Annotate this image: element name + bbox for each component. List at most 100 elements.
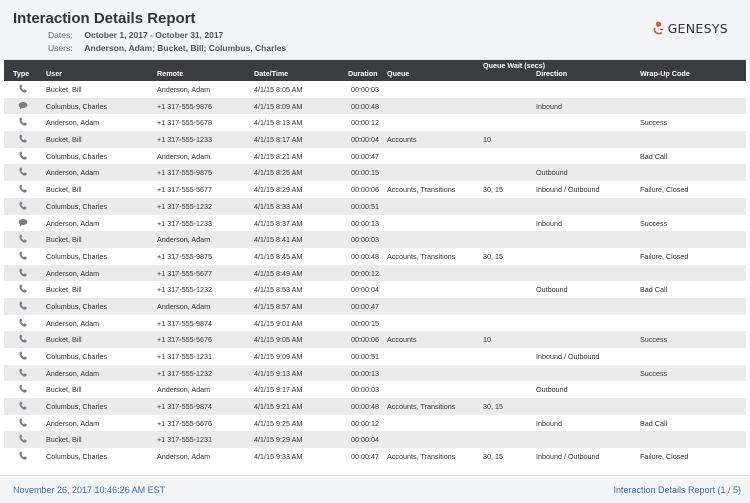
table-row[interactable]: Bucket, Bill Anderson, Adam 4/1/15 8:05 AM… [4,81,746,98]
col-queue[interactable]: Queue [387,69,409,78]
cell-user: Columbus, Charles [46,101,108,111]
cell-remote: +1 317-555-5677 [157,185,212,195]
cell-queue: Accounts [387,335,417,345]
page-indicator[interactable]: Interaction Details Report (1 / 5) [613,485,741,495]
table-row[interactable]: Bucket, Bill +1 317-555-1232 4/1/15 8:53 A… [4,281,746,298]
table-row[interactable]: Bucket, Bill +1 317-555-1233 4/1/15 8:17 A… [4,131,746,148]
phone-icon [18,401,28,411]
cell-duration: 00:00:12 [351,118,379,128]
cell-remote: +1 317-555-1231 [157,352,212,361]
table-row[interactable]: Bucket, Bill Anderson, Adam 4/1/15 8:41 AM… [4,231,746,248]
col-user[interactable]: User [46,69,62,78]
table-row[interactable]: Columbus, Charles +1 317-555-9876 4/1/15 8… [4,97,746,115]
cell-direction: Inbound [536,101,562,111]
cell-user: Anderson, Adam [46,118,100,128]
cell-remote: +1 317-555-5677 [157,268,212,278]
table-row[interactable]: Columbus, Charles Anderson, Adam 4/1/15 9:… [4,448,746,465]
logo-wordmark: GENESYS [667,21,728,36]
col-datetime[interactable]: Date/Time [254,69,288,78]
cell-remote: Anderson, Adam [157,85,211,94]
table-row[interactable]: Columbus, Charles Anderson, Adam 4/1/15 8:… [4,148,746,165]
cell-datetime: 4/1/15 9:25 AM [254,418,303,428]
table-row[interactable]: Anderson, Adam +1 317-555-1233 4/1/15 8:37… [4,215,746,232]
cell-duration: 00:00:13 [351,218,379,228]
col-duration[interactable]: Duration [348,69,378,78]
cell-user: Bucket, Bill [46,335,82,345]
cell-duration: 00:00:04 [351,135,379,145]
table-row[interactable]: Columbus, Charles +1 317-555-1232 4/1/15 8… [4,197,746,215]
cell-duration: 00:00:06 [351,335,379,345]
cell-duration: 00:00:47 [351,452,379,462]
cell-direction: Outbound [536,285,568,295]
phone-icon [18,84,28,94]
cell-duration: 00:00:12 [351,418,379,428]
phone-icon [18,368,28,378]
cell-user: Columbus, Charles [46,352,108,361]
table-row[interactable]: Columbus, Charles +1 317-555-9875 4/1/15 8… [4,248,746,265]
cell-remote: Anderson, Adam [157,385,211,395]
table-row[interactable]: Anderson, Adam +1 317-555-9874 4/1/15 9:01… [4,315,746,332]
cell-duration: 00:00:06 [351,185,379,195]
cell-duration: 00:00:48 [351,101,379,111]
cell-duration: 00:00:03 [351,85,379,94]
table-row[interactable]: Anderson, Adam +1 317-555-9875 4/1/15 8:25… [4,164,746,182]
cell-wrapup: Bad Call [640,418,668,428]
phone-icon [18,384,28,394]
col-queue-wait[interactable]: Queue Wait (secs) [483,62,545,70]
cell-user: Columbus, Charles [46,301,108,311]
table-row[interactable]: Bucket, Bill Anderson, Adam 4/1/15 9:17 AM… [4,381,746,398]
cell-remote: +1 317-555-1232 [157,201,212,211]
cell-datetime: 4/1/15 8:29 AM [254,185,303,195]
phone-icon [18,434,28,444]
cell-direction: Inbound [536,418,562,428]
cell-user: Bucket, Bill [46,385,82,395]
table-row[interactable]: Columbus, Charles Anderson, Adam 4/1/15 8:… [4,297,746,315]
table-row[interactable]: Bucket, Bill +1 317-555-1231 4/1/15 9:29 A… [4,431,746,449]
table-row[interactable]: Anderson, Adam +1 317-555-1232 4/1/15 9:13… [4,364,746,382]
cell-datetime: 4/1/15 8:21 AM [254,151,303,161]
dates-filter: Dates: October 1, 2017 - October 31, 201… [48,30,223,40]
generated-timestamp: November 26, 2017 10:46:26 AM EST [13,485,166,495]
cell-datetime: 4/1/15 8:25 AM [254,168,303,178]
cell-remote: Anderson, Adam [157,151,211,161]
cell-remote: +1 317-555-9874 [157,318,212,328]
col-remote[interactable]: Remote [157,69,183,78]
cell-datetime: 4/1/15 8:05 AM [254,85,303,94]
cell-remote: +1 317-555-1233 [157,218,212,228]
table-row[interactable]: Columbus, Charles +1 317-555-1231 4/1/15 9… [4,348,746,365]
phone-icon [18,334,28,344]
table-row[interactable]: Anderson, Adam +1 317-555-5676 4/1/15 9:25… [4,415,746,432]
cell-user: Anderson, Adam [46,168,100,178]
cell-direction: Inbound / Outbound [536,185,600,195]
cell-remote: +1 317-555-9874 [157,402,212,412]
cell-wrapup: Success [640,218,668,228]
cell-user: Bucket, Bill [46,135,82,145]
users-value: Anderson, Adam; Bucket, Bill; Columbus, … [84,43,287,53]
cell-queue: Accounts [387,135,417,145]
cell-remote: +1 317-555-9875 [157,251,212,261]
table-row[interactable]: Bucket, Bill +1 317-555-5677 4/1/15 8:29 A… [4,181,746,198]
cell-datetime: 4/1/15 8:53 AM [254,285,303,295]
table-row[interactable]: Bucket, Bill +1 317-555-5676 4/1/15 9:05 A… [4,331,746,348]
report-footer: November 26, 2017 10:46:26 AM EST Intera… [0,475,750,503]
cell-datetime: 4/1/15 8:33 AM [254,201,303,211]
col-wrapup[interactable]: Wrap-Up Code [640,69,690,78]
table-row[interactable]: Anderson, Adam +1 317-555-5677 4/1/15 8:49… [4,264,746,282]
col-type[interactable]: Type [13,69,29,78]
dates-value: October 1, 2017 - October 31, 2017 [84,30,224,40]
cell-remote: +1 317-555-9875 [157,168,212,178]
col-direction[interactable]: Direction [536,69,567,78]
cell-wrapup: Failure, Closed [640,251,689,261]
phone-icon [18,451,28,461]
cell-user: Bucket, Bill [46,185,82,195]
cell-direction: Inbound / Outbound [536,352,600,361]
cell-user: Columbus, Charles [46,452,108,462]
cell-datetime: 4/1/15 9:09 AM [254,352,303,361]
cell-remote: +1 317-555-5678 [157,118,212,128]
table-row[interactable]: Columbus, Charles +1 317-555-9874 4/1/15 9… [4,398,746,415]
table-row[interactable]: Anderson, Adam +1 317-555-5678 4/1/15 8:13… [4,114,746,131]
phone-icon [18,167,28,177]
chat-icon [18,101,28,111]
cell-datetime: 4/1/15 8:49 AM [254,268,303,278]
cell-datetime: 4/1/15 8:45 AM [254,251,303,261]
